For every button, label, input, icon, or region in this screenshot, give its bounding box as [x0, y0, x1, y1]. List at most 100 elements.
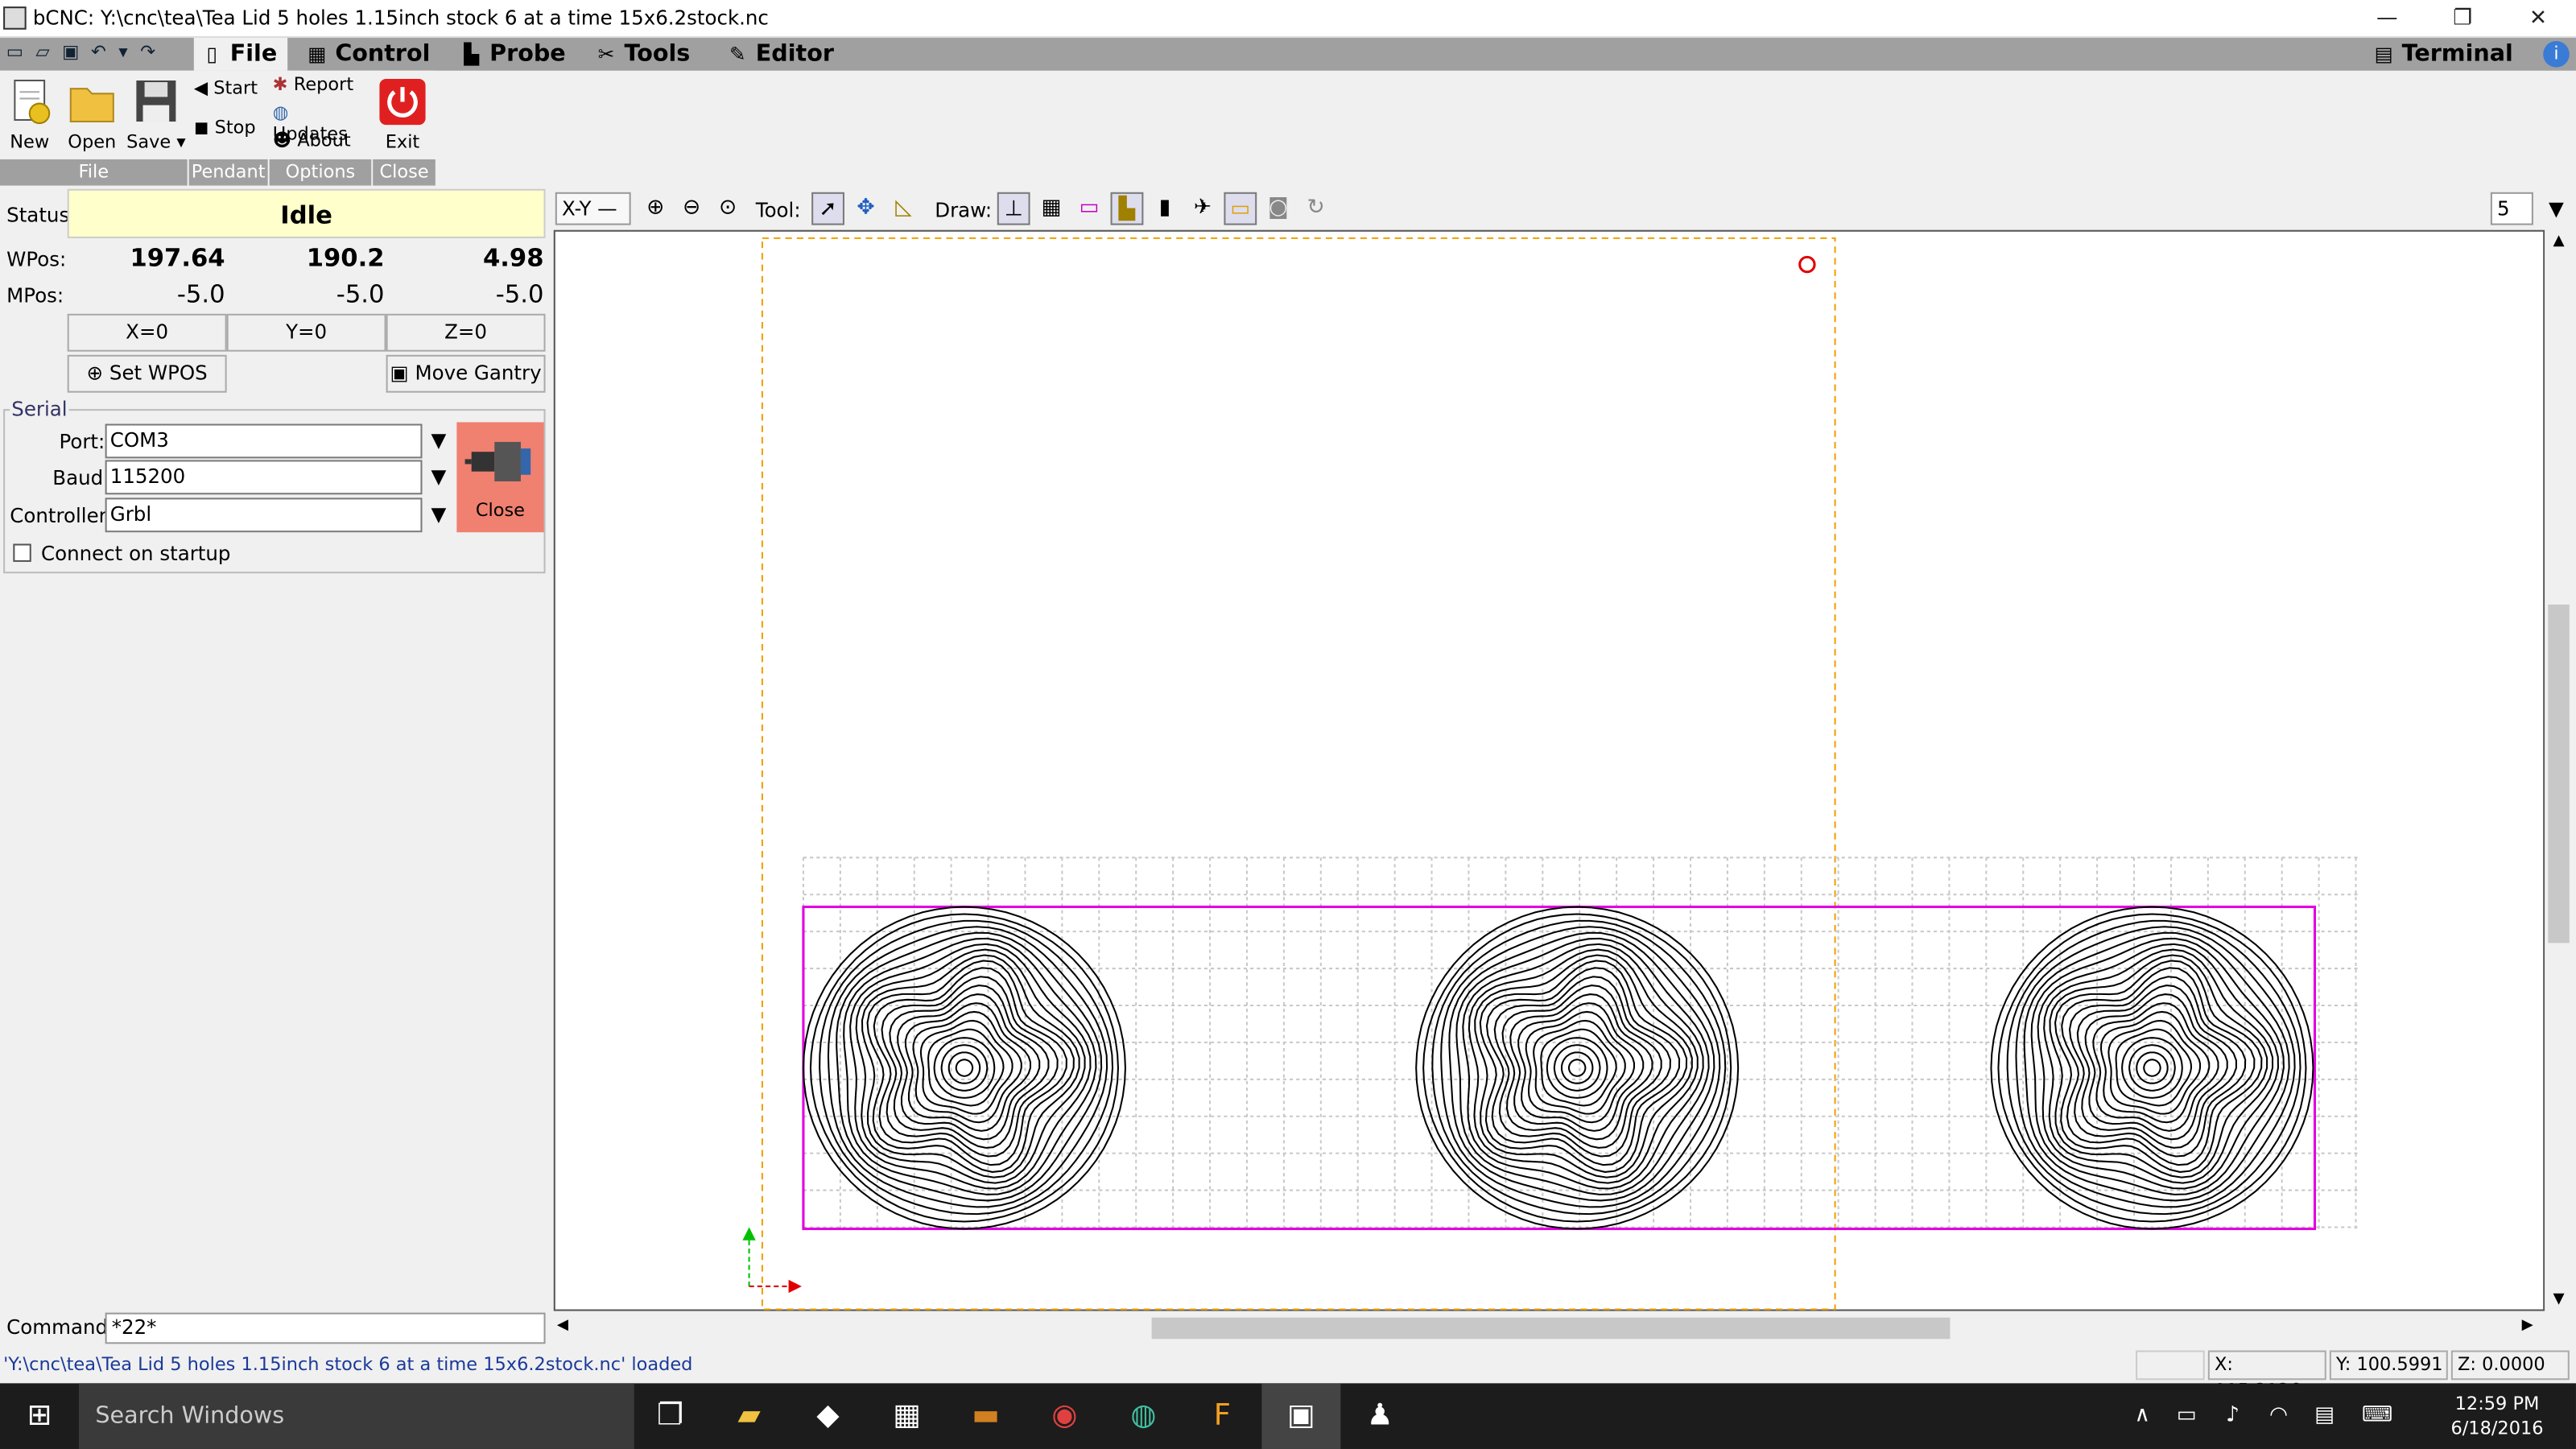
- zoom-in-icon[interactable]: ⊕: [639, 192, 672, 225]
- toolpath-contour: [819, 919, 1114, 1216]
- new-button[interactable]: New: [3, 77, 56, 159]
- grid-icon[interactable]: ▦: [1035, 192, 1068, 225]
- toolpath-contour: [2043, 948, 2274, 1184]
- redo-icon[interactable]: ↷: [136, 41, 159, 64]
- toolpath-contour: [1567, 1059, 1587, 1077]
- serial-close-button[interactable]: Close: [456, 422, 544, 533]
- controller-dropdown-icon[interactable]: ▼: [422, 497, 455, 532]
- rapid-icon[interactable]: ✈: [1186, 192, 1219, 225]
- workarea-icon[interactable]: ▮: [1149, 192, 1182, 225]
- zoom-fit-icon[interactable]: ⊙: [712, 192, 745, 225]
- vertical-scroll-thumb[interactable]: [2548, 605, 2570, 943]
- chrome-icon[interactable]: ◉: [1025, 1383, 1104, 1449]
- stop-button[interactable]: ◼ Stop: [194, 117, 266, 143]
- probe-draw-icon[interactable]: ▙: [1110, 192, 1144, 225]
- app-f-icon[interactable]: F: [1183, 1383, 1261, 1449]
- port-select[interactable]: COM3: [105, 423, 423, 459]
- start-button[interactable]: ◀ Start: [194, 77, 266, 104]
- gcode-canvas[interactable]: [553, 229, 2545, 1311]
- scroll-left-icon[interactable]: ◀: [557, 1318, 576, 1340]
- controller-select[interactable]: Grbl: [105, 497, 423, 533]
- horizontal-scroll-thumb[interactable]: [1151, 1317, 1951, 1340]
- app-s-icon[interactable]: ▬: [947, 1383, 1026, 1449]
- zero-x-button[interactable]: X=0: [67, 313, 227, 352]
- group-close-label: Close: [373, 159, 436, 186]
- taskbar-clock[interactable]: 12:59 PM 6/18/2016: [2428, 1392, 2566, 1441]
- save-icon[interactable]: ▣: [59, 41, 82, 64]
- menu-bar: ▭ ▱ ▣ ↶ ▾ ↷ ▯ File ▦ Control ▙ Probe ✂ Tools…: [0, 37, 2576, 71]
- undo-dropdown-icon[interactable]: ▾: [112, 41, 135, 64]
- bounds-icon[interactable]: ▭: [1224, 192, 1257, 225]
- minimize-button[interactable]: —: [2349, 0, 2425, 38]
- ruler-icon[interactable]: ◺: [887, 192, 920, 225]
- open-folder-icon[interactable]: ▱: [31, 41, 55, 64]
- task-view-icon[interactable]: ❐: [631, 1383, 710, 1449]
- toolpath-contour: [2143, 1059, 2161, 1077]
- app-person-icon[interactable]: ♟: [1340, 1383, 1419, 1449]
- app-globe-icon[interactable]: ◍: [1104, 1383, 1183, 1449]
- toolpath-contour: [927, 1028, 1005, 1107]
- notification-icon[interactable]: ▤: [2303, 1383, 2346, 1449]
- vertical-scrollbar[interactable]: ▲ ▼: [2545, 229, 2573, 1315]
- tab-editor[interactable]: ✎ Editor: [720, 38, 844, 71]
- zoom-level-input[interactable]: 5: [2490, 192, 2533, 225]
- connect-startup-checkbox[interactable]: [13, 543, 31, 562]
- set-wpos-button[interactable]: ⊕ Set WPOS: [67, 354, 227, 393]
- close-window-button[interactable]: ✕: [2500, 0, 2576, 38]
- zero-z-button[interactable]: Z=0: [386, 313, 546, 352]
- wifi-icon[interactable]: ◠: [2257, 1383, 2300, 1449]
- probe-icon: ▙: [464, 43, 480, 66]
- scroll-up-icon[interactable]: ▲: [2546, 233, 2571, 253]
- axes-icon[interactable]: ⊥: [997, 192, 1030, 225]
- app-grid-icon[interactable]: ▦: [868, 1383, 947, 1449]
- horizontal-scrollbar[interactable]: ◀ ▶: [553, 1314, 2545, 1343]
- taskbar-search[interactable]: Search Windows: [78, 1383, 634, 1449]
- zero-y-button[interactable]: Y=0: [226, 313, 386, 352]
- pan-move-icon[interactable]: ✥: [849, 192, 882, 225]
- save-button[interactable]: Save ▾: [125, 77, 188, 159]
- scroll-down-icon[interactable]: ▼: [2546, 1291, 2571, 1311]
- app-diamond-icon[interactable]: ◆: [789, 1383, 868, 1449]
- keyboard-icon[interactable]: ⌨: [2352, 1383, 2401, 1449]
- toolpath-contour: [2006, 919, 2301, 1216]
- camera-icon[interactable]: ◙: [1261, 192, 1294, 225]
- toolpath-contour: [2115, 1028, 2193, 1107]
- open-button[interactable]: Open ▾: [63, 77, 122, 174]
- status-spacer: [2136, 1350, 2205, 1381]
- margin-icon[interactable]: ▭: [1073, 192, 1106, 225]
- volume-icon[interactable]: ♪: [2211, 1383, 2254, 1449]
- zoom-out-icon[interactable]: ⊖: [675, 192, 708, 225]
- restore-button[interactable]: ❐: [2425, 0, 2500, 38]
- exit-button[interactable]: Exit: [374, 77, 430, 159]
- bcnc-task-icon[interactable]: ▣: [1261, 1383, 1341, 1449]
- tab-probe[interactable]: ▙ Probe: [453, 38, 576, 71]
- tab-terminal[interactable]: ▤ Terminal: [2366, 38, 2523, 71]
- tab-tools[interactable]: ✂ Tools: [588, 38, 700, 71]
- move-gantry-button[interactable]: ▣ Move Gantry: [386, 354, 546, 393]
- port-dropdown-icon[interactable]: ▼: [422, 424, 455, 459]
- scroll-right-icon[interactable]: ▶: [2522, 1318, 2541, 1340]
- refresh-icon[interactable]: ↻: [1299, 192, 1332, 225]
- report-button[interactable]: ✱ Report: [273, 74, 368, 101]
- help-icon[interactable]: i: [2543, 41, 2570, 68]
- battery-icon[interactable]: ▭: [2165, 1383, 2208, 1449]
- view-select[interactable]: X-Y —: [555, 192, 631, 225]
- tab-file[interactable]: ▯ File: [193, 37, 287, 71]
- command-input[interactable]: *22*: [105, 1312, 546, 1344]
- about-button[interactable]: ☻ About: [273, 130, 368, 156]
- baud-dropdown-icon[interactable]: ▼: [422, 460, 455, 494]
- select-cursor-icon[interactable]: ➚: [811, 192, 844, 225]
- tray-chevron-icon[interactable]: ∧: [2123, 1383, 2162, 1449]
- file-explorer-icon[interactable]: ▰: [710, 1383, 789, 1449]
- wpos-z: 4.98: [482, 243, 544, 273]
- toolpath-contour: [849, 943, 1092, 1190]
- new-file-icon[interactable]: ▭: [3, 41, 27, 64]
- zoom-level-dropdown-icon[interactable]: ▼: [2540, 192, 2573, 227]
- serial-close-label: Close: [475, 499, 526, 521]
- undo-icon[interactable]: ↶: [87, 41, 110, 64]
- stop-label: Stop: [214, 116, 256, 138]
- tab-control[interactable]: ▦ Control: [299, 38, 440, 71]
- updates-button[interactable]: ◍ Updates: [273, 102, 368, 145]
- baud-select[interactable]: 115200: [105, 460, 423, 495]
- windows-start-icon[interactable]: ⊞: [0, 1383, 79, 1449]
